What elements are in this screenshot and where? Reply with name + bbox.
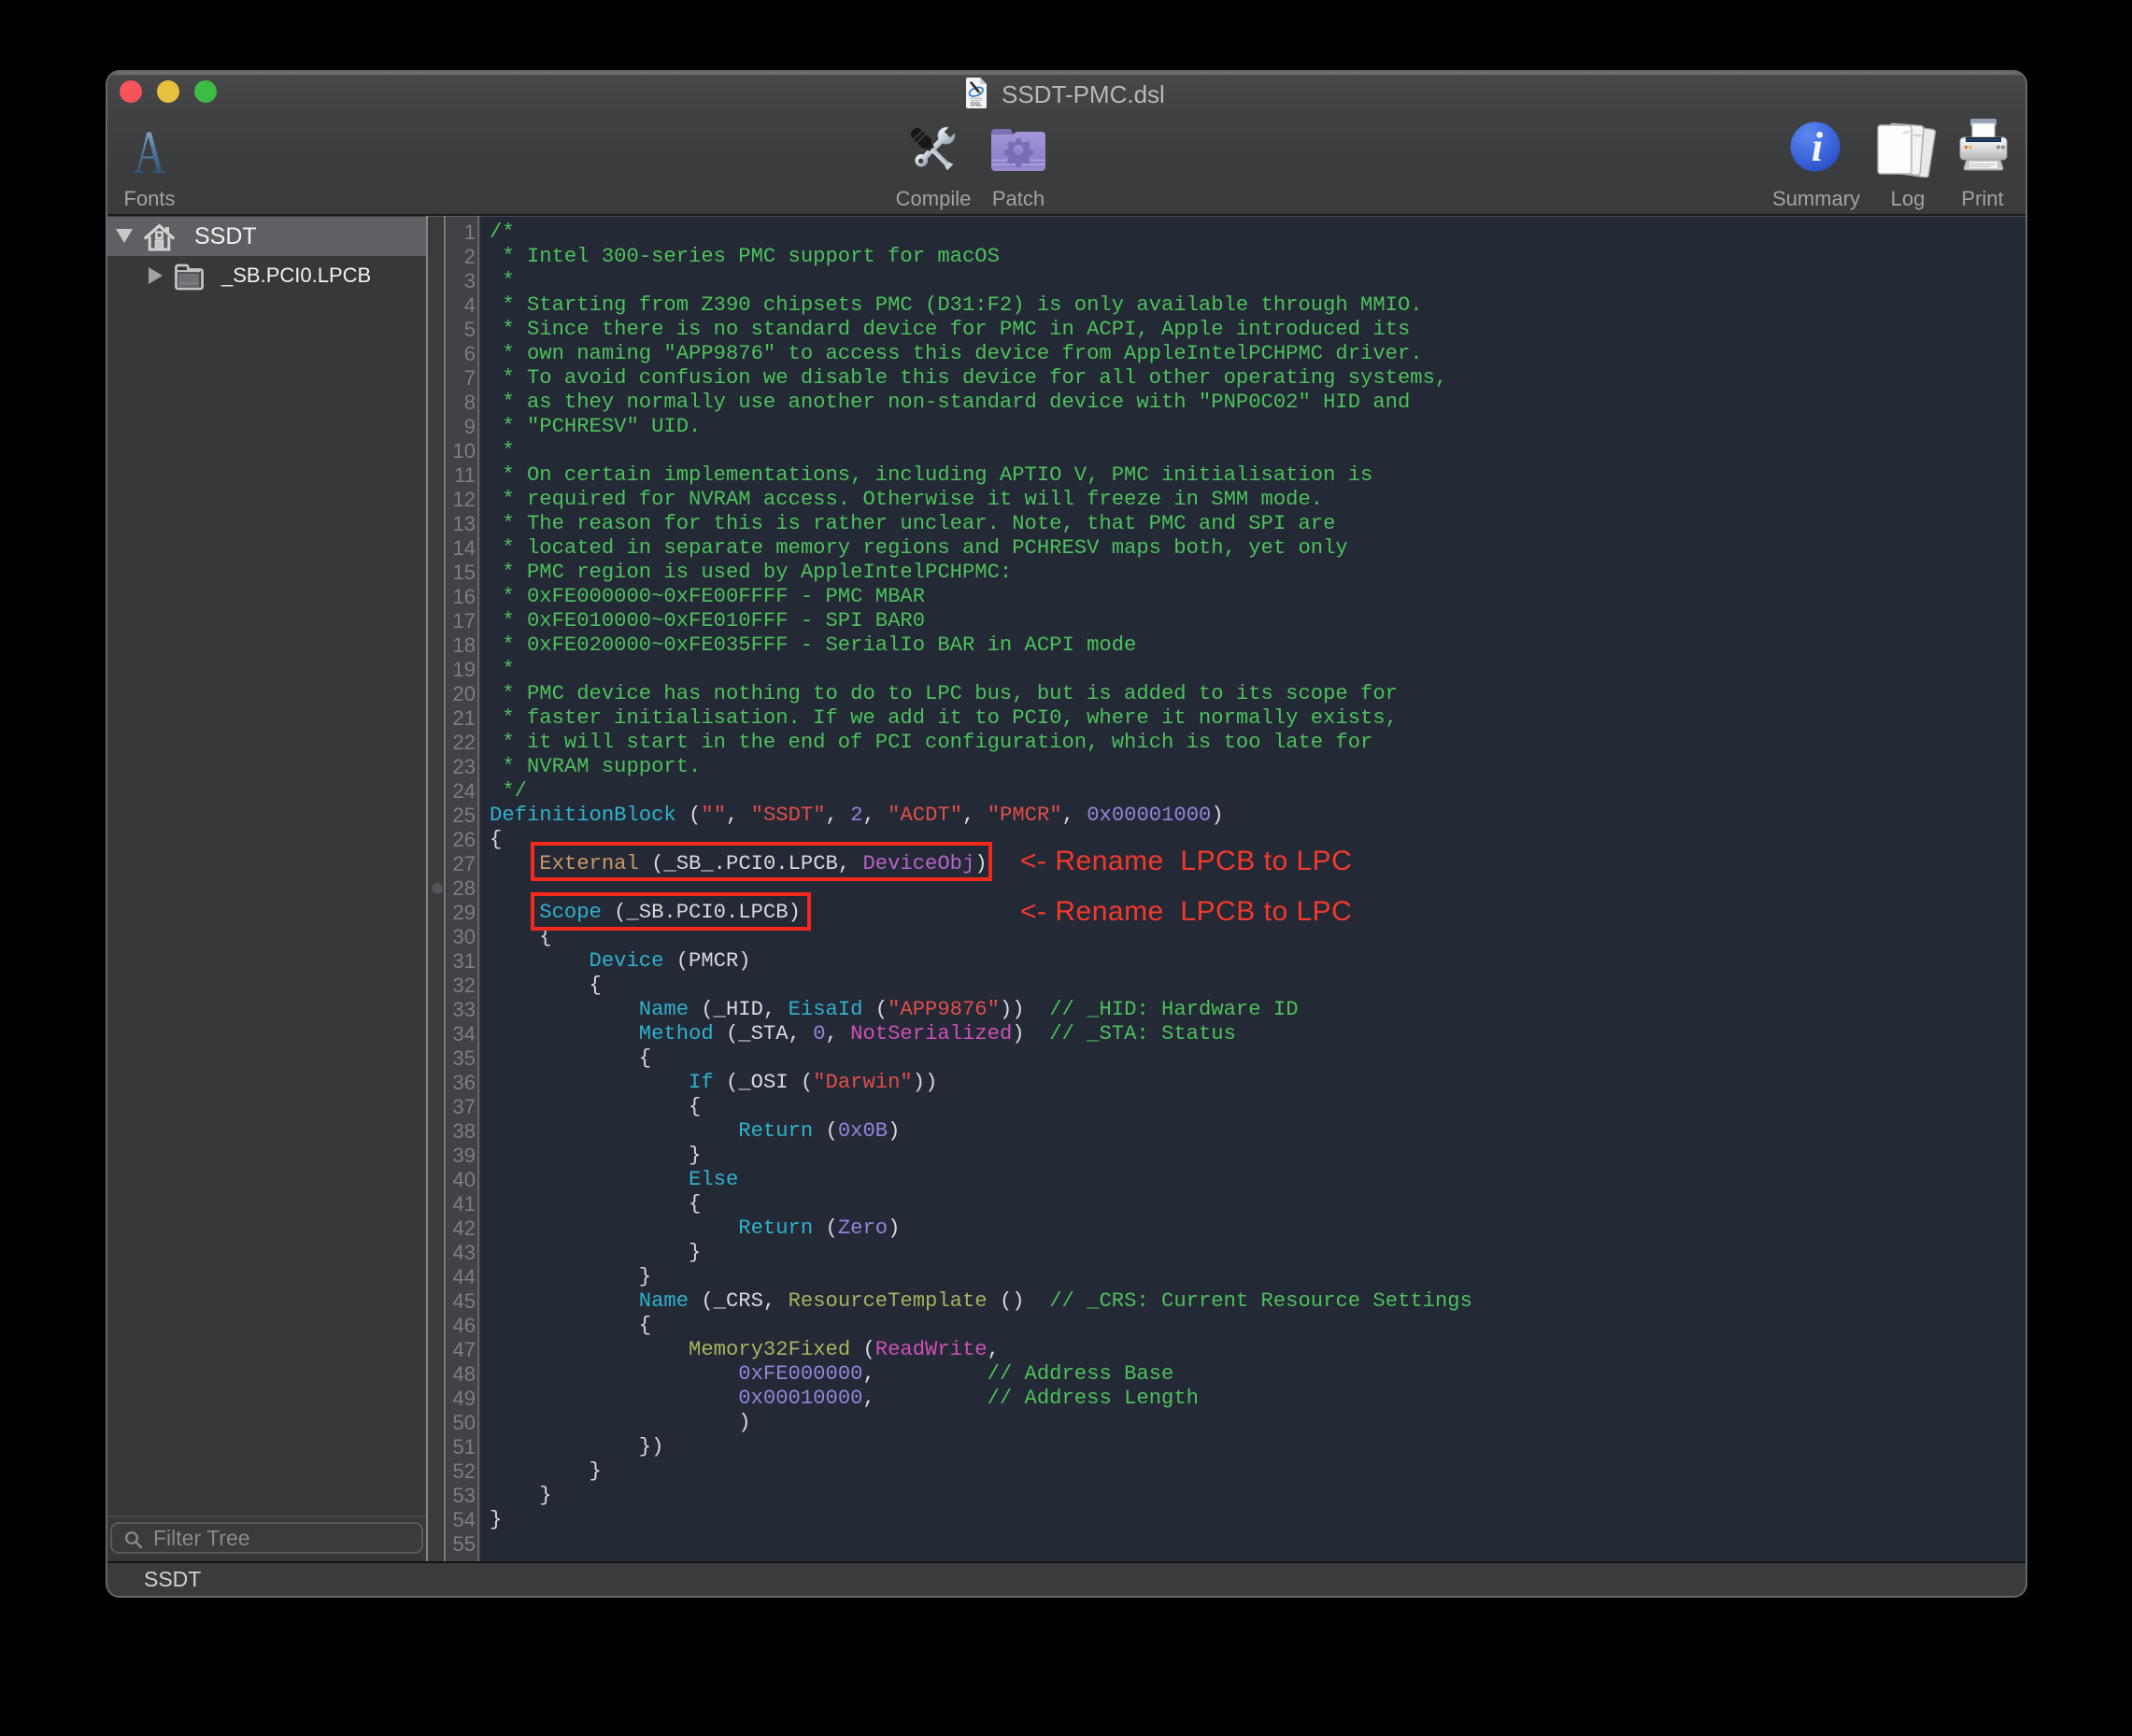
svg-text:A: A [134,128,166,177]
svg-text:DSL: DSL [971,103,982,108]
svg-text:i: i [1812,124,1824,170]
